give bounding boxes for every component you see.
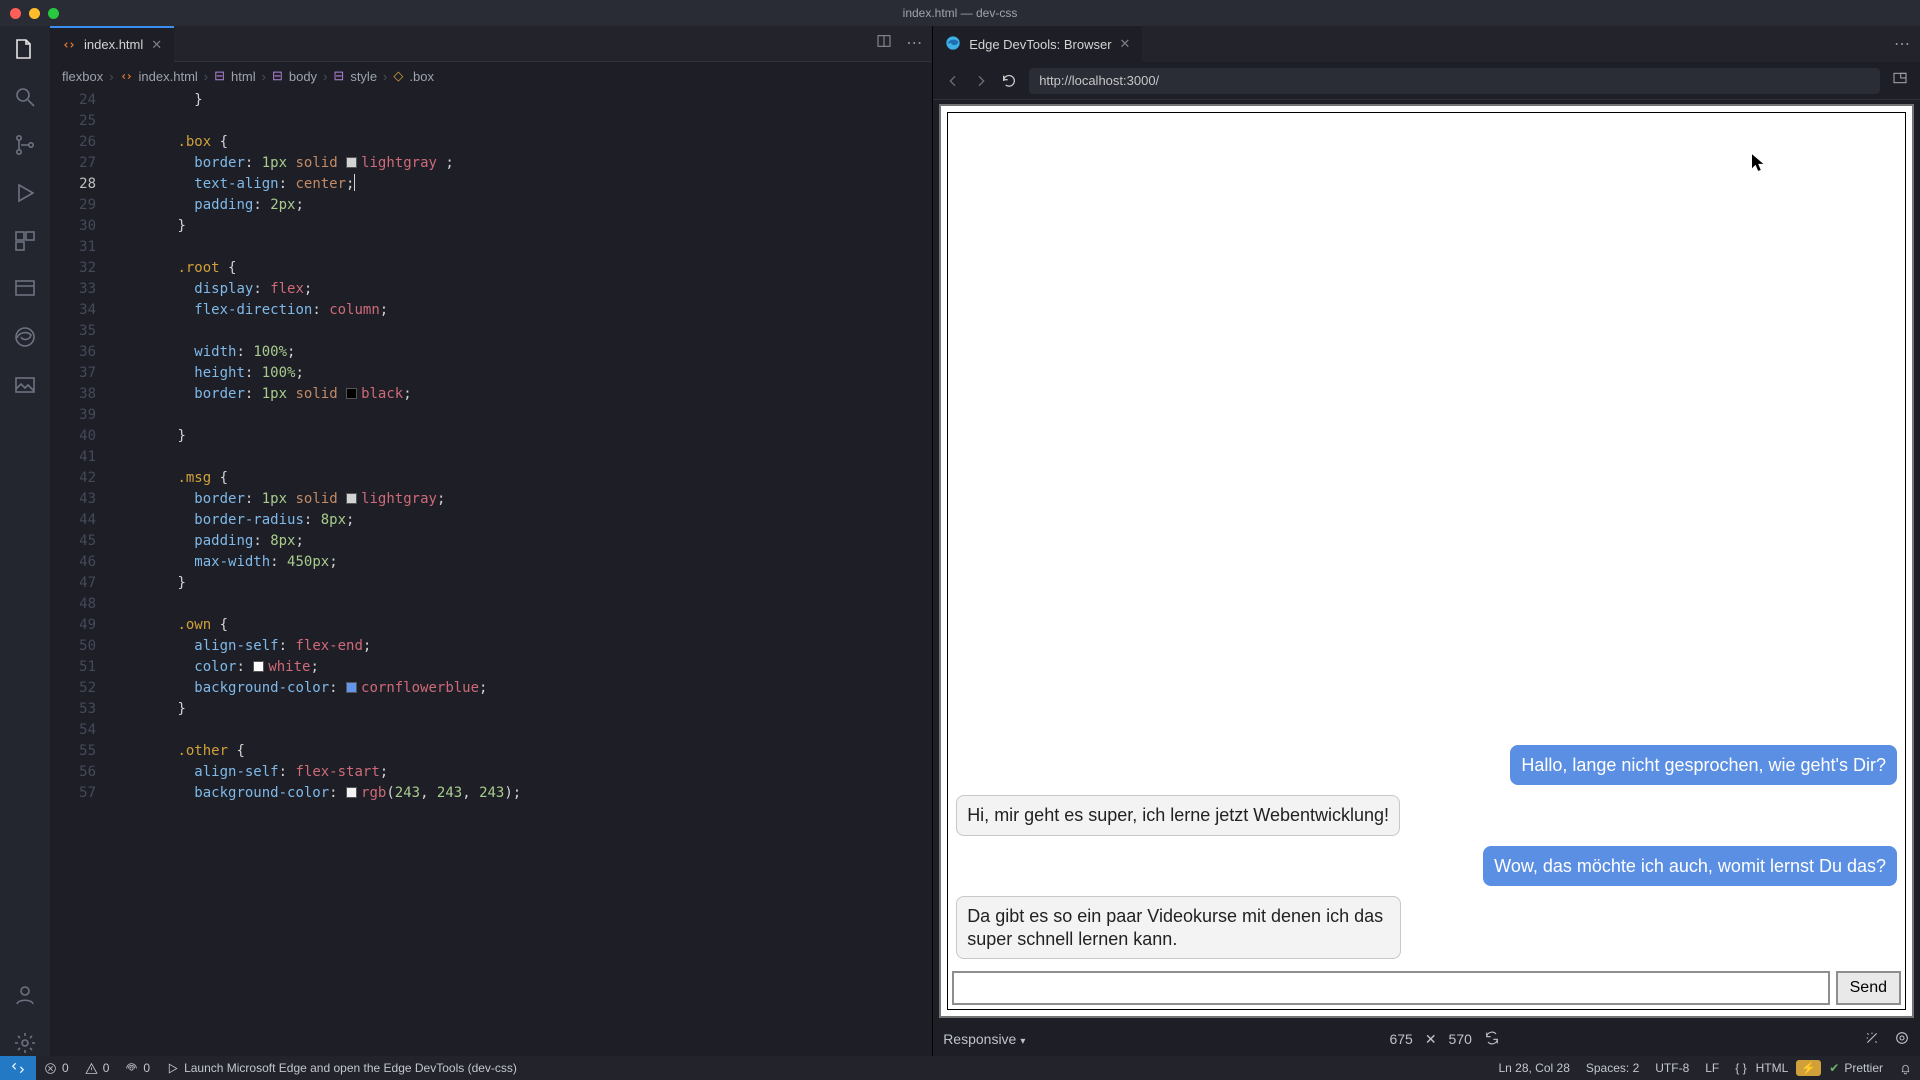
braces-icon: ⊟ [333,68,344,84]
encoding-status[interactable]: UTF-8 [1647,1061,1697,1075]
problems-errors[interactable]: 0 [36,1061,77,1075]
media-preview-icon[interactable] [12,372,38,398]
magic-wand-icon[interactable] [1864,1030,1880,1049]
remote-button[interactable] [0,1056,36,1080]
breadcrumbs[interactable]: flexbox› index.html› ⊟ html› ⊟ body› ⊟ s… [50,62,932,90]
browser-toolbar: http://localhost:3000/ [933,62,1920,100]
extensions-icon[interactable] [12,228,38,254]
editor-pane: index.html ✕ ⋯ flexbox› index.html› ⊟ ht… [50,26,933,1056]
source-control-icon[interactable] [12,132,38,158]
page-preview[interactable]: Hallo, lange nicht gesprochen, wie geht'… [939,104,1914,1018]
devtools-pane: Edge DevTools: Browser ✕ ⋯ http://localh… [933,26,1920,1056]
notifications-icon[interactable] [1891,1062,1920,1075]
braces-icon: ⊟ [214,68,225,84]
breadcrumb-item[interactable]: html [231,69,256,84]
dimension-separator-icon: ✕ [1425,1031,1437,1048]
html-file-icon [62,38,76,52]
viewport-height[interactable]: 570 [1449,1031,1472,1047]
eol-status[interactable]: LF [1697,1061,1727,1075]
device-mode-dropdown[interactable]: Responsive▾ [943,1031,1025,1047]
devtools-tab-label: Edge DevTools: Browser [969,37,1111,52]
braces-icon: ⊟ [272,68,283,84]
devtools-browser-tab[interactable]: Edge DevTools: Browser ✕ [933,26,1142,62]
reload-icon[interactable] [1001,73,1017,89]
settings-gear-icon[interactable] [12,1030,38,1056]
viewport-width[interactable]: 675 [1389,1031,1412,1047]
accounts-icon[interactable] [12,982,38,1008]
selector-icon: ◇ [393,68,403,84]
chat-message: Wow, das möchte ich auch, womit lernst D… [1483,846,1897,887]
html-file-icon [120,70,133,83]
devtools-view-icon[interactable] [12,276,38,302]
launch-hint[interactable]: Launch Microsoft Edge and open the Edge … [158,1061,525,1075]
target-icon[interactable] [1894,1030,1910,1049]
editor-tab-label: index.html [84,37,143,52]
chat-messages: Hallo, lange nicht gesprochen, wie geht'… [948,113,1905,967]
search-icon[interactable] [12,84,38,110]
back-icon[interactable] [945,73,961,89]
editor-tab-indexhtml[interactable]: index.html ✕ [50,26,174,62]
chat-message: Hallo, lange nicht gesprochen, wie geht'… [1510,745,1897,786]
close-tab-icon[interactable]: ✕ [1120,36,1131,52]
edge-icon [945,35,961,54]
code-editor[interactable]: 2425262728293031323334353637383940414243… [50,90,932,1056]
explorer-icon[interactable] [12,36,38,62]
forward-icon[interactable] [973,73,989,89]
status-bar: 0 0 0 Launch Microsoft Edge and open the… [0,1056,1920,1080]
window-zoom-button[interactable] [48,8,59,19]
dock-popout-icon[interactable] [1892,70,1908,91]
editor-more-icon[interactable]: ⋯ [906,33,922,54]
run-debug-icon[interactable] [12,180,38,206]
activity-bar [0,26,50,1056]
breadcrumb-item[interactable]: style [350,69,377,84]
rotate-icon[interactable] [1484,1030,1500,1049]
breadcrumb-item[interactable]: body [289,69,317,84]
url-input[interactable]: http://localhost:3000/ [1029,68,1880,94]
ports-status[interactable]: 0 [117,1061,158,1075]
indentation-status[interactable]: Spaces: 2 [1578,1061,1647,1075]
device-toolbar: Responsive▾ 675 ✕ 570 [933,1022,1920,1056]
language-status[interactable]: { }HTML [1727,1061,1796,1075]
breadcrumb-item[interactable]: flexbox [62,69,103,84]
chat-message: Hi, mir geht es super, ich lerne jetzt W… [956,795,1400,836]
breadcrumb-item[interactable]: index.html [139,69,198,84]
chat-composer: Send [948,967,1905,1009]
panel-more-icon[interactable]: ⋯ [1894,36,1910,53]
edge-icon[interactable] [12,324,38,350]
cursor-position[interactable]: Ln 28, Col 28 [1490,1061,1577,1075]
window-title: index.html — dev-css [903,6,1018,20]
devtools-tabs: Edge DevTools: Browser ✕ ⋯ [933,26,1920,62]
window-titlebar: index.html — dev-css [0,0,1920,26]
chat-root: Hallo, lange nicht gesprochen, wie geht'… [947,112,1906,1010]
send-button[interactable]: Send [1836,971,1901,1005]
window-minimize-button[interactable] [29,8,40,19]
window-close-button[interactable] [10,8,21,19]
breadcrumb-item[interactable]: .box [409,69,434,84]
close-tab-icon[interactable]: ✕ [151,37,162,53]
chat-input[interactable] [952,971,1829,1005]
prettier-status[interactable]: Prettier [1821,1061,1891,1075]
editor-tabs: index.html ✕ ⋯ [50,26,932,62]
live-preview-status[interactable]: ⚡ [1796,1060,1821,1076]
problems-warnings[interactable]: 0 [77,1061,118,1075]
split-editor-icon[interactable] [876,33,892,54]
chat-message: Da gibt es so ein paar Videokurse mit de… [956,896,1401,959]
